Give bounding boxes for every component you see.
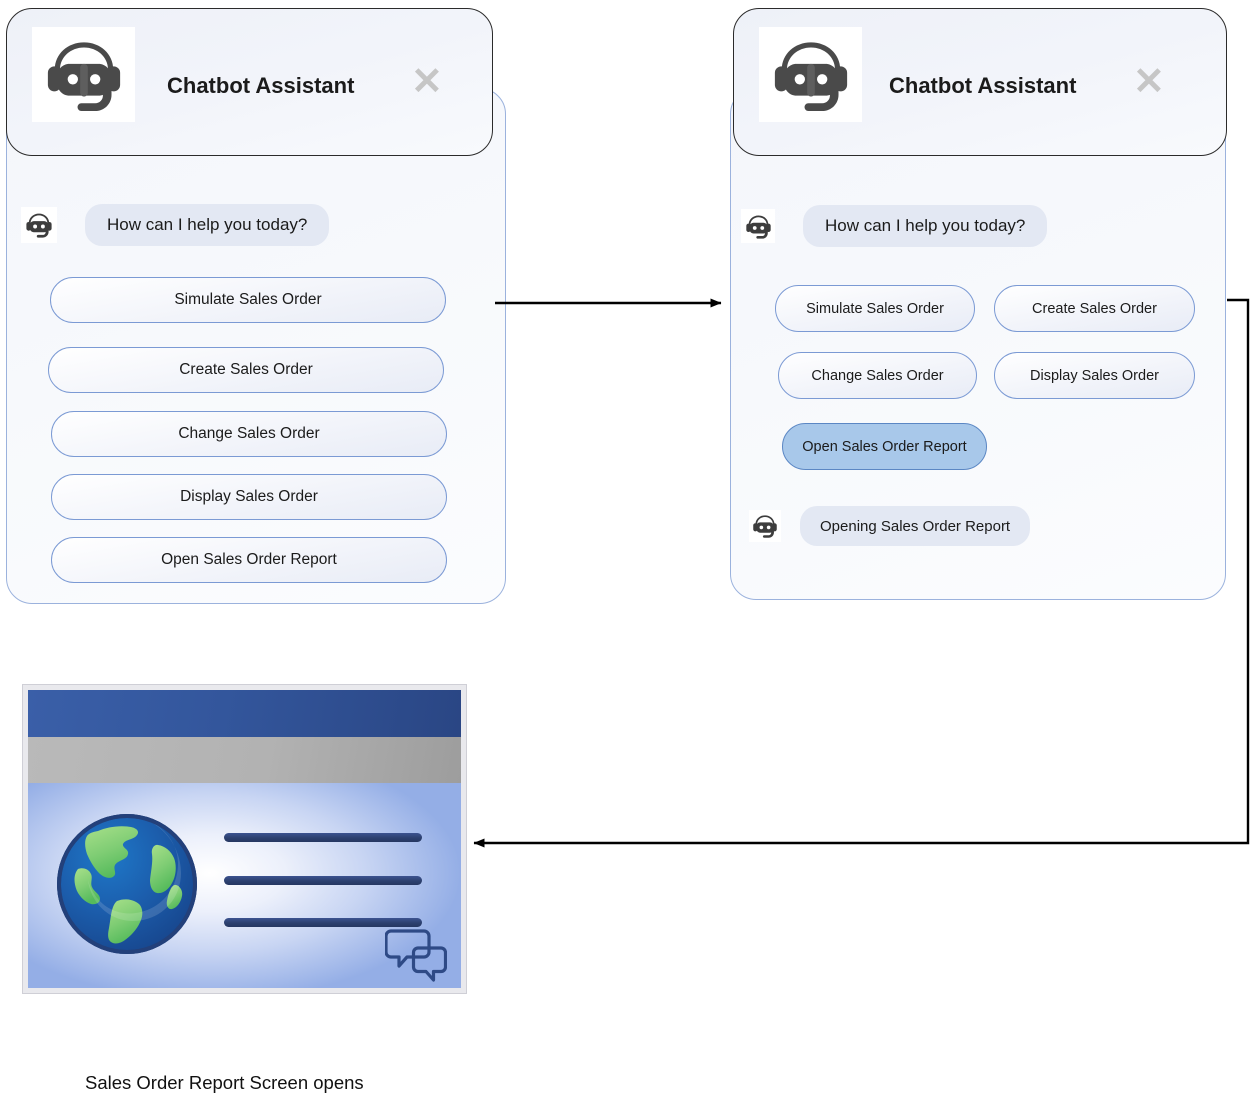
option-create-sales-order[interactable]: Create Sales Order — [994, 285, 1195, 332]
chatbot-robot-headset-icon — [21, 207, 57, 243]
globe-icon — [54, 811, 200, 957]
option-simulate-sales-order[interactable]: Simulate Sales Order — [50, 277, 446, 323]
chat-message-row: How can I help you today? — [21, 204, 330, 246]
chat-header-2: Chatbot Assistant ✕ — [733, 8, 1227, 156]
chat-bubbles-icon[interactable] — [384, 926, 448, 982]
report-content-line — [224, 876, 422, 885]
close-icon[interactable]: ✕ — [411, 63, 443, 101]
option-create-sales-order[interactable]: Create Sales Order — [48, 347, 444, 393]
bot-message-text: Opening Sales Order Report — [800, 506, 1031, 546]
browser-inner — [28, 690, 461, 988]
chat-message-row: How can I help you today? — [741, 205, 1048, 247]
chatbot-robot-headset-icon — [741, 209, 775, 243]
option-open-sales-order-report[interactable]: Open Sales Order Report — [782, 423, 987, 470]
sales-order-report-screen[interactable] — [22, 684, 467, 994]
diagram-canvas: Chatbot Assistant ✕ How can I help you t… — [0, 0, 1253, 1115]
chat-message-row: Opening Sales Order Report — [749, 506, 1031, 546]
chatbot-robot-headset-icon — [32, 27, 135, 122]
page-title: Chatbot Assistant — [889, 73, 1077, 98]
close-icon[interactable]: ✕ — [1133, 63, 1165, 101]
bot-message-text: How can I help you today? — [85, 204, 330, 246]
chatbot-robot-headset-icon — [749, 510, 781, 542]
chat-panel-body-1 — [6, 88, 506, 604]
bot-message-text: How can I help you today? — [803, 205, 1048, 247]
browser-title-bar — [28, 690, 461, 737]
option-open-sales-order-report[interactable]: Open Sales Order Report — [51, 537, 447, 583]
chat-header-1: Chatbot Assistant ✕ — [6, 8, 493, 156]
diagram-caption: Sales Order Report Screen opens — [85, 1072, 364, 1093]
option-display-sales-order[interactable]: Display Sales Order — [994, 352, 1195, 399]
chatbot-robot-headset-icon — [759, 27, 862, 122]
report-content-line — [224, 833, 422, 842]
option-change-sales-order[interactable]: Change Sales Order — [51, 411, 447, 457]
browser-content-area — [28, 783, 461, 988]
page-title: Chatbot Assistant — [167, 73, 355, 98]
option-simulate-sales-order[interactable]: Simulate Sales Order — [775, 285, 975, 332]
option-change-sales-order[interactable]: Change Sales Order — [778, 352, 977, 399]
browser-toolbar — [28, 737, 461, 807]
option-display-sales-order[interactable]: Display Sales Order — [51, 474, 447, 520]
